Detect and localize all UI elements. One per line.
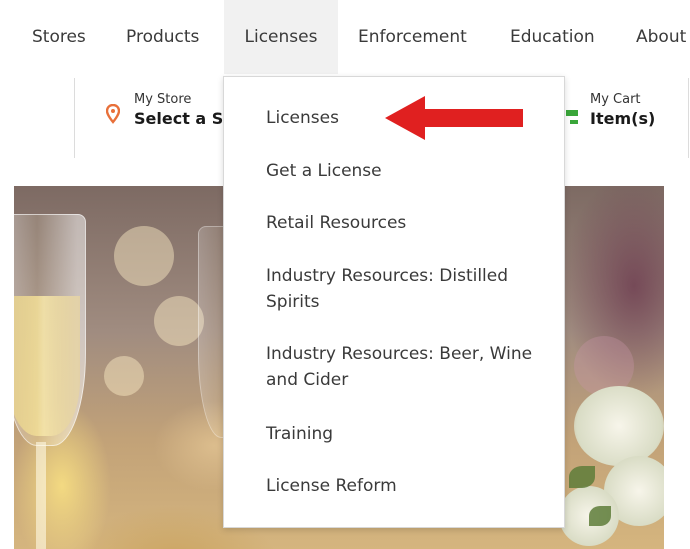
location-pin-icon xyxy=(106,104,120,124)
leaf xyxy=(569,466,595,488)
white-flower xyxy=(574,386,664,466)
main-navigation: Stores Products Licenses Enforcement Edu… xyxy=(0,0,690,74)
nav-stores[interactable]: Stores xyxy=(32,0,86,74)
nav-products[interactable]: Products xyxy=(126,0,199,74)
wine-glass xyxy=(14,214,86,446)
menu-item-retail-resources[interactable]: Retail Resources xyxy=(266,210,546,236)
glass-stem xyxy=(36,442,46,549)
bokeh-light xyxy=(114,226,174,286)
bokeh-light xyxy=(104,356,144,396)
nav-education[interactable]: Education xyxy=(510,0,595,74)
select-store-label: Select a St xyxy=(134,109,231,128)
divider xyxy=(688,78,689,158)
nav-enforcement[interactable]: Enforcement xyxy=(358,0,467,74)
bokeh-light xyxy=(154,296,204,346)
my-cart-label: My Cart xyxy=(590,92,641,107)
cart-items-label: Item(s) xyxy=(590,109,656,128)
menu-item-industry-beer-wine-cider[interactable]: Industry Resources: Beer, Wine and Cider xyxy=(266,341,546,393)
menu-item-training[interactable]: Training xyxy=(266,421,546,447)
menu-item-industry-distilled-spirits[interactable]: Industry Resources: Distilled Spirits xyxy=(266,263,546,315)
leaf xyxy=(589,506,611,526)
licenses-dropdown-menu: Licenses Get a License Retail Resources … xyxy=(223,76,565,528)
nav-about[interactable]: About xyxy=(636,0,686,74)
cart-icon xyxy=(566,110,578,124)
divider xyxy=(74,78,75,158)
menu-item-license-reform[interactable]: License Reform xyxy=(266,473,546,499)
nav-licenses[interactable]: Licenses xyxy=(224,0,338,74)
menu-item-get-a-license[interactable]: Get a License xyxy=(266,158,546,184)
red-arrow-annotation xyxy=(385,96,523,140)
my-store-label: My Store xyxy=(134,92,192,107)
